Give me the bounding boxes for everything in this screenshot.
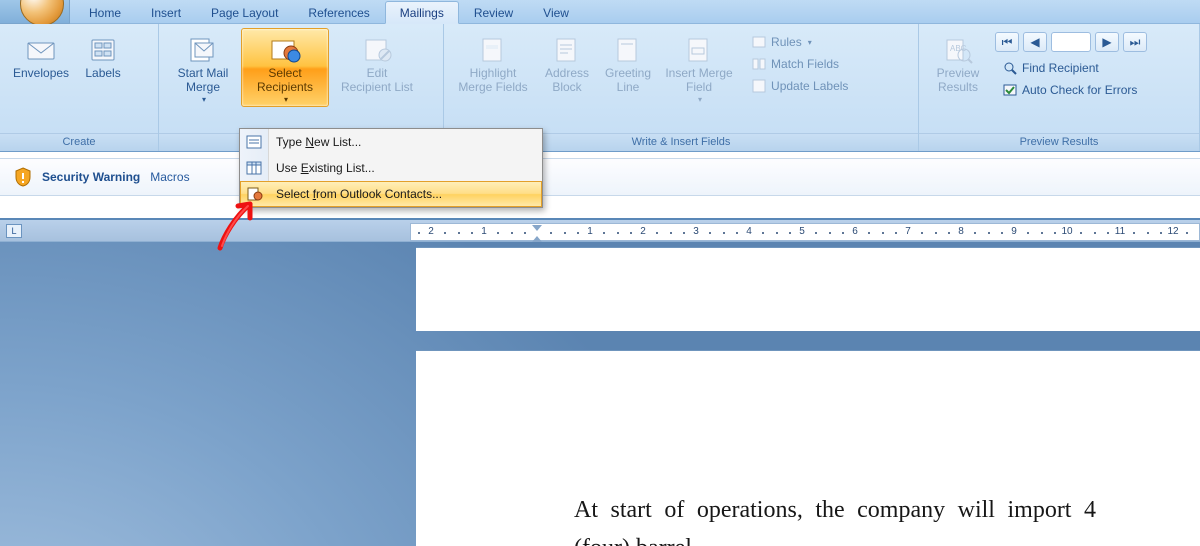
- address-label: Address Block: [545, 67, 589, 95]
- search-icon: [1002, 60, 1018, 76]
- type-new-list-icon: [246, 134, 262, 150]
- rules-label: Rules: [771, 35, 802, 49]
- select-recipients-button[interactable]: Select Recipients ▾: [241, 28, 329, 107]
- labels-button[interactable]: Labels: [76, 28, 130, 84]
- horizontal-ruler[interactable]: 21123456789101112: [410, 223, 1200, 241]
- highlight-icon: [477, 33, 509, 65]
- update-labels-icon: [751, 78, 767, 94]
- greeting-line-button[interactable]: Greeting Line: [598, 28, 658, 98]
- use-existing-list-icon: [246, 160, 262, 176]
- find-recipient-button[interactable]: Find Recipient: [995, 58, 1147, 78]
- edit-list-icon: [361, 33, 393, 65]
- select-recipients-menu: Type New List... Use Existing List... Se…: [239, 128, 543, 208]
- auto-check-label: Auto Check for Errors: [1022, 83, 1137, 97]
- menu-type-new-list[interactable]: Type New List...: [240, 129, 542, 155]
- envelopes-label: Envelopes: [13, 67, 69, 81]
- match-fields-button[interactable]: Match Fields: [744, 54, 855, 74]
- tab-home[interactable]: Home: [74, 1, 136, 23]
- menu-use-existing-list[interactable]: Use Existing List...: [240, 155, 542, 181]
- last-record-button[interactable]: ⏭: [1123, 32, 1147, 52]
- menu-use-existing-label: Use Existing List...: [276, 161, 375, 175]
- chevron-down-icon: ▾: [698, 95, 702, 104]
- ribbon-tabstrip: Home Insert Page Layout References Maili…: [70, 0, 1200, 24]
- labels-label: Labels: [85, 67, 120, 81]
- next-record-button[interactable]: ▶: [1095, 32, 1119, 52]
- document-page[interactable]: At start of operations, the company will…: [416, 350, 1200, 546]
- labels-icon: [87, 33, 119, 65]
- select-recipients-label: Select Recipients: [257, 67, 313, 95]
- start-mail-merge-button[interactable]: Start Mail Merge ▾: [165, 28, 241, 107]
- rules-button[interactable]: Rules ▾: [744, 32, 855, 52]
- tab-review[interactable]: Review: [459, 1, 528, 23]
- tab-view[interactable]: View: [528, 1, 584, 23]
- update-labels-label: Update Labels: [771, 79, 848, 93]
- tab-references[interactable]: References: [293, 1, 384, 23]
- insert-merge-icon: [683, 33, 715, 65]
- record-number-field[interactable]: [1051, 32, 1091, 52]
- group-create-title: Create: [0, 133, 158, 151]
- tab-mailings[interactable]: Mailings: [385, 1, 459, 24]
- ribbon: Envelopes Labels Create Start Mail Merge…: [0, 24, 1200, 152]
- group-preview-title: Preview Results: [919, 133, 1199, 151]
- svg-text:ABC: ABC: [950, 44, 967, 53]
- highlight-label: Highlight Merge Fields: [458, 67, 527, 95]
- envelope-icon: [25, 33, 57, 65]
- edit-recipient-list-label: Edit Recipient List: [341, 67, 413, 95]
- chevron-down-icon: ▾: [284, 95, 288, 104]
- office-button-area: [0, 0, 70, 24]
- prev-record-button[interactable]: ◀: [1023, 32, 1047, 52]
- security-warning-bar: Security Warning Macros: [0, 158, 1200, 196]
- preview-results-button[interactable]: ABC Preview Results: [925, 28, 991, 98]
- menu-select-from-outlook[interactable]: Select from Outlook Contacts...: [240, 181, 542, 207]
- office-button[interactable]: [20, 0, 64, 26]
- indent-marker[interactable]: [532, 225, 542, 231]
- greeting-icon: [612, 33, 644, 65]
- rules-icon: [751, 34, 767, 50]
- shield-icon: [14, 167, 32, 187]
- highlight-merge-fields-button[interactable]: Highlight Merge Fields: [450, 28, 536, 98]
- first-record-button[interactable]: ⏮: [995, 32, 1019, 52]
- find-recipient-label: Find Recipient: [1022, 61, 1099, 75]
- group-preview-results: ABC Preview Results ⏮ ◀ ▶ ⏭: [919, 24, 1200, 151]
- match-fields-icon: [751, 56, 767, 72]
- insert-merge-field-button[interactable]: Insert Merge Field ▾: [658, 28, 740, 107]
- security-warning-title: Security Warning: [42, 170, 140, 184]
- security-warning-macros: Macros: [150, 170, 189, 184]
- preview-icon: ABC: [942, 33, 974, 65]
- mail-merge-icon: [187, 33, 219, 65]
- edit-recipient-list-button[interactable]: Edit Recipient List: [329, 28, 425, 98]
- document-page-top: [416, 247, 1200, 331]
- outlook-contacts-icon: [247, 186, 263, 202]
- tab-insert[interactable]: Insert: [136, 1, 196, 23]
- envelopes-button[interactable]: Envelopes: [6, 28, 76, 84]
- tab-selector[interactable]: L: [6, 224, 22, 238]
- menu-outlook-label: Select from Outlook Contacts...: [276, 187, 442, 201]
- record-navigation: ⏮ ◀ ▶ ⏭: [991, 28, 1151, 56]
- greeting-label: Greeting Line: [605, 67, 651, 95]
- chevron-down-icon: ▾: [808, 38, 812, 47]
- match-fields-label: Match Fields: [771, 57, 839, 71]
- tab-page-layout[interactable]: Page Layout: [196, 1, 293, 23]
- group-create: Envelopes Labels Create: [0, 24, 159, 151]
- preview-label: Preview Results: [937, 67, 980, 95]
- start-mail-merge-label: Start Mail Merge: [178, 67, 229, 95]
- update-labels-button[interactable]: Update Labels: [744, 76, 855, 96]
- auto-check-errors-button[interactable]: Auto Check for Errors: [995, 80, 1147, 100]
- menu-type-new-label: Type New List...: [276, 135, 361, 149]
- document-paragraph-1: At start of operations, the company will…: [574, 491, 1096, 546]
- ruler-bar: L 21123456789101112: [0, 218, 1200, 242]
- recipients-icon: [269, 33, 301, 65]
- address-block-button[interactable]: Address Block: [536, 28, 598, 98]
- check-icon: [1002, 82, 1018, 98]
- chevron-down-icon: ▾: [202, 95, 206, 104]
- address-block-icon: [551, 33, 583, 65]
- insert-merge-label: Insert Merge Field: [665, 67, 732, 95]
